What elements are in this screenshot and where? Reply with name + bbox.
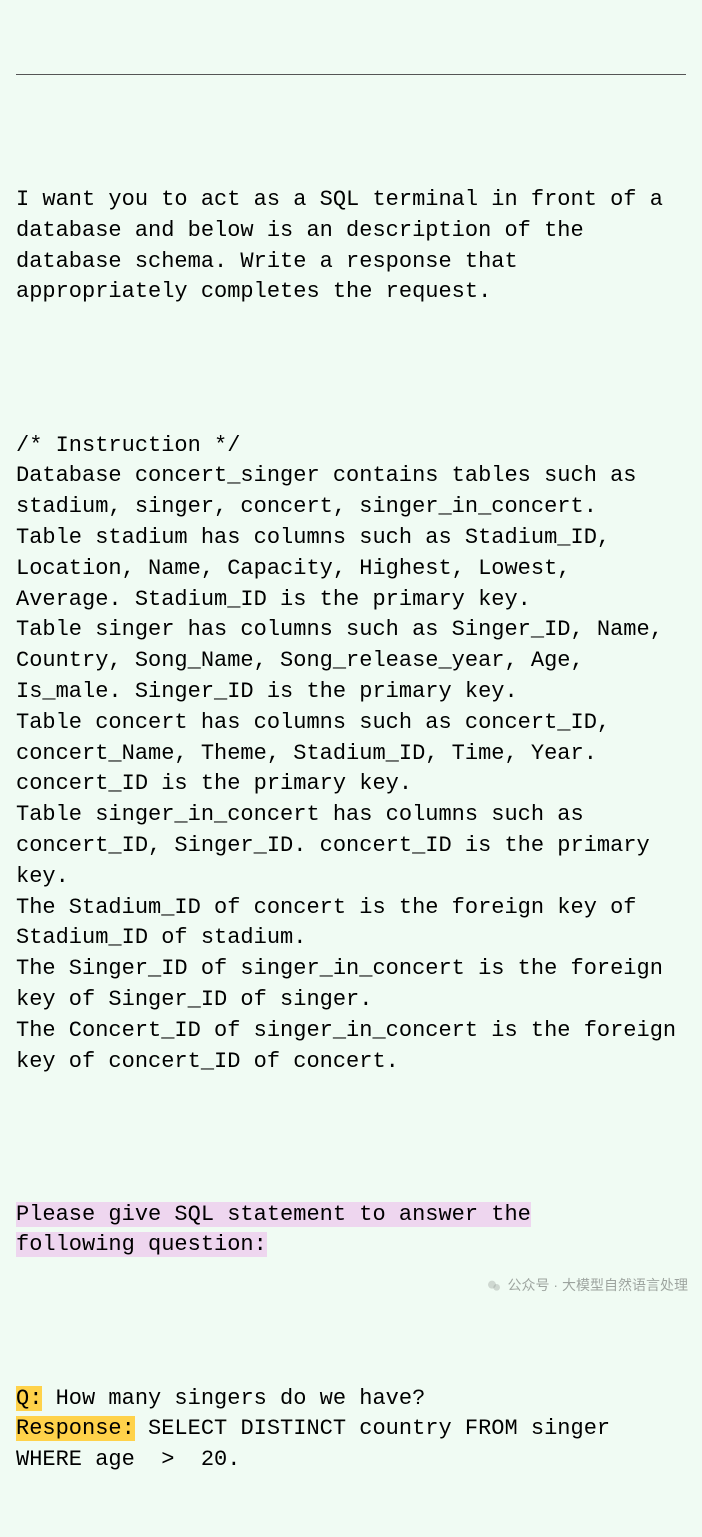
watermark: 公众号 · 大模型自然语言处理 xyxy=(486,1276,688,1296)
horizontal-rule xyxy=(16,74,686,75)
prompt-line-1: Please give SQL statement to answer the xyxy=(16,1202,531,1227)
prompt-block: Please give SQL statement to answer the … xyxy=(16,1200,686,1262)
document-body: I want you to act as a SQL terminal in f… xyxy=(0,0,702,1537)
instruction-block: /* Instruction */ Database concert_singe… xyxy=(16,431,686,1078)
instruction-header: /* Instruction */ xyxy=(16,433,240,458)
wechat-icon xyxy=(486,1278,502,1294)
schema-table-stadium: Table stadium has columns such as Stadiu… xyxy=(16,525,623,612)
schema-overview: Database concert_singer contains tables … xyxy=(16,463,650,519)
response-label: Response: xyxy=(16,1416,135,1441)
schema-table-singer-in-concert: Table singer_in_concert has columns such… xyxy=(16,802,663,889)
qa-block: Q: How many singers do we have? Response… xyxy=(16,1384,686,1476)
schema-table-concert: Table concert has columns such as concer… xyxy=(16,710,623,797)
schema-fk-stadium: The Stadium_ID of concert is the foreign… xyxy=(16,895,650,951)
schema-fk-concert: The Concert_ID of singer_in_concert is t… xyxy=(16,1018,689,1074)
schema-fk-singer: The Singer_ID of singer_in_concert is th… xyxy=(16,956,676,1012)
q-label: Q: xyxy=(16,1386,42,1411)
intro-paragraph: I want you to act as a SQL terminal in f… xyxy=(16,185,686,308)
prompt-line-2: following question: xyxy=(16,1232,267,1257)
question-text: How many singers do we have? xyxy=(42,1386,425,1411)
schema-table-singer: Table singer has columns such as Singer_… xyxy=(16,617,676,704)
watermark-text: 公众号 · 大模型自然语言处理 xyxy=(508,1276,688,1296)
